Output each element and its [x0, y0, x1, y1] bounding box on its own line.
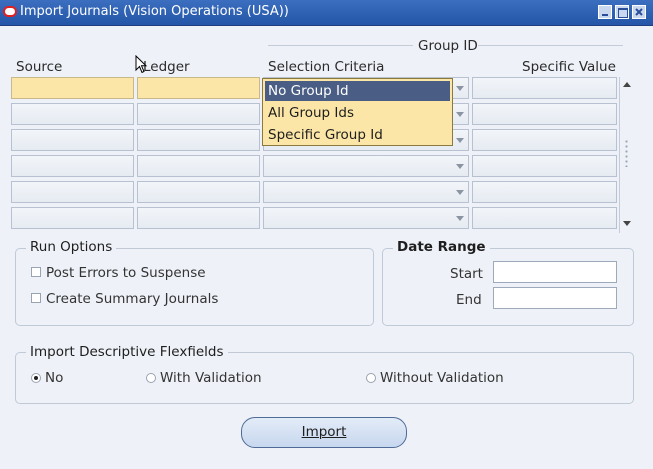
grid-cell-source[interactable]	[11, 207, 134, 229]
grid-cell-specific-value[interactable]	[472, 207, 617, 229]
chevron-down-icon[interactable]	[456, 164, 464, 169]
end-label: End	[456, 292, 482, 308]
grid-cell-specific-value[interactable]	[472, 129, 617, 151]
flexfields-with-validation-label: With Validation	[160, 370, 262, 386]
grid-cell-ledger[interactable]	[137, 129, 260, 151]
run-options-label: Run Options	[26, 239, 117, 255]
grid-cell-source[interactable]	[11, 103, 134, 125]
flexfields-label: Import Descriptive Flexfields	[26, 344, 228, 360]
grid-cell-selection-criteria[interactable]	[263, 155, 469, 177]
maximize-icon[interactable]	[615, 5, 629, 19]
column-header-selection-criteria: Selection Criteria	[268, 59, 385, 75]
scroll-down-icon[interactable]	[623, 221, 631, 226]
flexfields-no-label: No	[45, 370, 64, 386]
grid-cell-selection-criteria[interactable]	[263, 181, 469, 203]
flexfields-without-validation-radio[interactable]	[366, 373, 376, 383]
column-header-ledger: Ledger	[143, 59, 190, 75]
chevron-down-icon[interactable]	[456, 86, 464, 91]
grid-cell-ledger[interactable]	[137, 103, 260, 125]
dropdown-option-no-group-id[interactable]: No Group Id	[265, 81, 450, 101]
group-id-header: Group ID	[418, 38, 478, 54]
grid-cell-ledger[interactable]	[137, 181, 260, 203]
grid-scrollbar[interactable]	[619, 77, 634, 233]
chevron-down-icon[interactable]	[456, 112, 464, 117]
grid-cell-selection-criteria[interactable]	[263, 207, 469, 229]
grid-cell-specific-value[interactable]	[472, 103, 617, 125]
date-range-label: Date Range	[393, 239, 490, 255]
dropdown-option-specific-group-id[interactable]: Specific Group Id	[265, 125, 450, 145]
flexfields-no-radio[interactable]	[31, 373, 41, 383]
start-label: Start	[450, 266, 483, 282]
chevron-down-icon[interactable]	[456, 216, 464, 221]
oracle-logo-icon	[3, 6, 17, 17]
window-title: Import Journals (Vision Operations (USA)…	[20, 4, 289, 19]
grid-cell-specific-value[interactable]	[472, 155, 617, 177]
dropdown-option-all-group-ids[interactable]: All Group Ids	[265, 103, 450, 123]
scroll-up-icon[interactable]	[623, 82, 631, 87]
group-header-line-right	[478, 45, 623, 46]
create-summary-label: Create Summary Journals	[46, 291, 219, 307]
grid-cell-ledger[interactable]	[137, 155, 260, 177]
grid-cell-specific-value[interactable]	[472, 181, 617, 203]
grid-cell-source[interactable]	[11, 129, 134, 151]
grid-cell-specific-value[interactable]	[472, 77, 617, 99]
post-errors-label: Post Errors to Suspense	[46, 265, 206, 281]
import-button[interactable]: Import	[241, 417, 407, 448]
column-header-source: Source	[16, 59, 63, 75]
grid-cell-source[interactable]	[11, 155, 134, 177]
minimize-icon[interactable]	[598, 5, 612, 19]
grid-cell-source[interactable]	[11, 181, 134, 203]
close-icon[interactable]	[632, 5, 646, 19]
flexfields-with-validation-radio[interactable]	[146, 373, 156, 383]
start-date-field[interactable]	[493, 261, 617, 283]
end-date-field[interactable]	[493, 287, 617, 309]
grid-cell-ledger[interactable]	[137, 77, 260, 99]
grid-cell-source[interactable]	[11, 77, 134, 99]
grid-cell-ledger[interactable]	[137, 207, 260, 229]
scroll-thumb[interactable]	[624, 139, 629, 167]
mouse-cursor-icon	[135, 55, 148, 74]
group-header-line-left	[268, 45, 413, 46]
column-header-specific-value: Specific Value	[522, 59, 616, 75]
create-summary-checkbox[interactable]	[31, 293, 41, 303]
chevron-down-icon[interactable]	[456, 190, 464, 195]
selection-criteria-dropdown[interactable]: No Group Id All Group Ids Specific Group…	[262, 78, 453, 146]
import-button-label: Import	[301, 424, 347, 440]
post-errors-checkbox[interactable]	[31, 267, 41, 277]
chevron-down-icon[interactable]	[456, 138, 464, 143]
flexfields-without-validation-label: Without Validation	[380, 370, 504, 386]
run-options-group	[15, 248, 374, 326]
